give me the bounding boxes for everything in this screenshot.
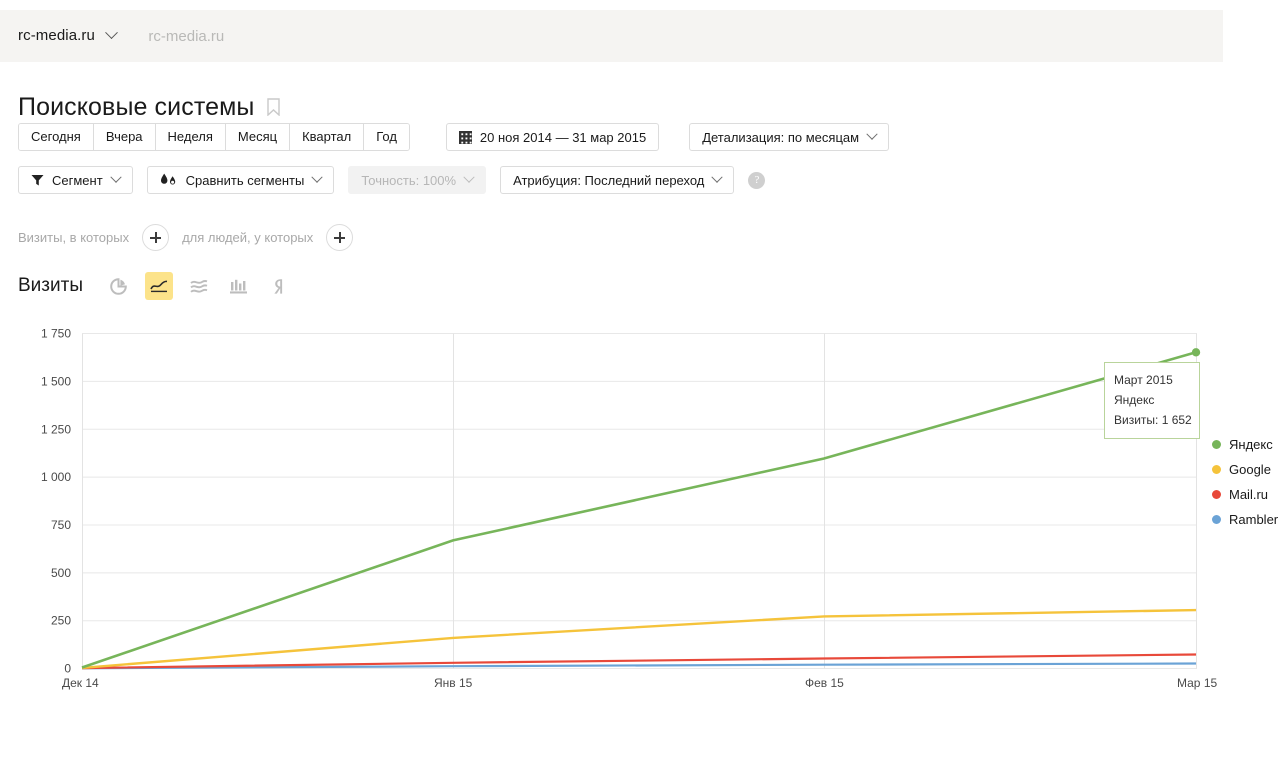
calendar-icon (458, 130, 472, 144)
legend-item-rambler[interactable]: Rambler (1212, 507, 1278, 532)
chevron-down-icon (711, 171, 724, 183)
metric-row: Визиты (18, 272, 305, 300)
legend-color-dot (1212, 440, 1221, 449)
add-people-filter-button[interactable] (326, 224, 354, 251)
page-title: Поисковые системы (18, 92, 255, 121)
visits-filter-label: Визиты, в которых (18, 230, 130, 245)
line-chart-icon[interactable] (144, 272, 173, 300)
x-tick-label: Янв 15 (434, 676, 473, 690)
y-tick-label: 1 750 (41, 327, 71, 341)
y-tick-label: 750 (51, 518, 71, 532)
bookmark-icon[interactable] (267, 98, 281, 117)
legend-item-google[interactable]: Google (1212, 457, 1278, 482)
compare-drops-icon (160, 173, 178, 187)
chart-container: 1 750 1 500 1 250 1 000 750 500 250 0 Де… (0, 310, 1281, 710)
legend-item-yandex[interactable]: Яндекс (1212, 432, 1278, 457)
series-line-google[interactable] (81, 608, 1197, 670)
chevron-down-icon (105, 26, 119, 40)
accuracy-dropdown[interactable]: Точность: 100% (348, 166, 487, 194)
legend-color-dot (1212, 465, 1221, 474)
chart-x-axis-labels: Дек 14 Янв 15 Фев 15 Мар 15 (62, 676, 1217, 690)
people-filter-label: для людей, у которых (182, 230, 314, 245)
site-selector[interactable]: rc-media.ru (18, 26, 119, 45)
x-tick-label: Фев 15 (805, 676, 844, 690)
segment-label: Сегмент (52, 172, 103, 188)
period-button-month[interactable]: Месяц (225, 124, 291, 150)
legend-color-dot (1212, 515, 1221, 524)
visits-line-chart[interactable]: 1 750 1 500 1 250 1 000 750 500 250 0 Де… (0, 310, 1281, 710)
y-tick-label: 500 (51, 566, 71, 580)
y-tick-label: 250 (51, 614, 71, 628)
period-button-quarter[interactable]: Квартал (290, 124, 365, 150)
compare-segments-label: Сравнить сегменты (185, 172, 305, 188)
help-icon[interactable]: ? (748, 171, 766, 189)
legend-item-mailru[interactable]: Mail.ru (1212, 482, 1278, 507)
toolbar-row-period: Сегодня Вчера Неделя Месяц Квартал Год 2… (18, 123, 890, 151)
period-button-yesterday[interactable]: Вчера (93, 124, 156, 150)
legend-label: Rambler (1229, 512, 1279, 527)
chevron-down-icon (311, 171, 323, 183)
metric-label: Визиты (18, 275, 83, 296)
site-topbar: rc-media.ru rc-media.ru (0, 10, 1223, 62)
legend-label: Mail.ru (1229, 487, 1269, 502)
period-button-year[interactable]: Год (364, 124, 409, 150)
segment-dropdown[interactable]: Сегмент (18, 166, 133, 194)
chevron-down-icon (866, 128, 878, 140)
y-tick-label: 1 250 (41, 422, 71, 436)
date-range-picker[interactable]: 20 ноя 2014 — 31 мар 2015 (445, 123, 660, 151)
y-tick-label: 0 (64, 662, 71, 676)
y-tick-label: 1 500 (41, 374, 71, 388)
chart-tooltip: Март 2015 Яндекс Визиты: 1 652 (1104, 362, 1200, 439)
chart-gridlines-horizontal (82, 333, 1197, 669)
legend-label: Google (1229, 462, 1271, 477)
period-button-group: Сегодня Вчера Неделя Месяц Квартал Год (18, 123, 410, 151)
chevron-down-icon (463, 171, 475, 183)
legend-color-dot (1212, 490, 1221, 499)
attribution-dropdown[interactable]: Атрибуция: Последний переход (500, 166, 735, 194)
x-tick-label: Мар 15 (1177, 676, 1217, 690)
funnel-icon (31, 174, 44, 187)
series-point-yandex-mar15[interactable] (1191, 348, 1201, 357)
attribution-label: Атрибуция: Последний переход (513, 172, 705, 188)
chart-gridlines-vertical (82, 333, 1197, 669)
site-selector-label: rc-media.ru (18, 27, 95, 44)
detail-level-dropdown[interactable]: Детализация: по месяцам (689, 123, 890, 151)
x-tick-label: Дек 14 (62, 676, 99, 690)
accuracy-label: Точность: 100% (361, 172, 457, 188)
detail-level-label: Детализация: по месяцам (702, 129, 860, 145)
filters-row: Визиты, в которых для людей, у которых (18, 224, 366, 251)
tooltip-series: Яндекс (1114, 393, 1155, 407)
pie-chart-icon[interactable] (105, 272, 133, 300)
y-tick-label: 1 000 (41, 470, 71, 484)
legend-label: Яндекс (1229, 437, 1273, 452)
period-button-week[interactable]: Неделя (155, 124, 226, 150)
chevron-down-icon (110, 171, 122, 183)
date-range-label: 20 ноя 2014 — 31 мар 2015 (479, 129, 647, 145)
tooltip-period: Март 2015 (1114, 373, 1173, 387)
map-chart-icon[interactable] (265, 272, 293, 300)
area-chart-icon[interactable] (185, 272, 213, 300)
add-visits-filter-button[interactable] (142, 224, 170, 251)
bar-chart-icon[interactable] (225, 272, 253, 300)
tooltip-value: Визиты: 1 652 (1114, 413, 1192, 427)
period-button-today[interactable]: Сегодня (19, 124, 94, 150)
toolbar-row-segments: Сегмент Сравнить сегменты Точность: 100%… (18, 166, 766, 194)
site-domain-label: rc-media.ru (148, 27, 225, 45)
compare-segments-dropdown[interactable]: Сравнить сегменты (146, 166, 335, 194)
chart-legend: Яндекс Google Mail.ru Rambler (1212, 432, 1278, 532)
chart-y-axis-labels: 1 750 1 500 1 250 1 000 750 500 250 0 (41, 327, 71, 676)
